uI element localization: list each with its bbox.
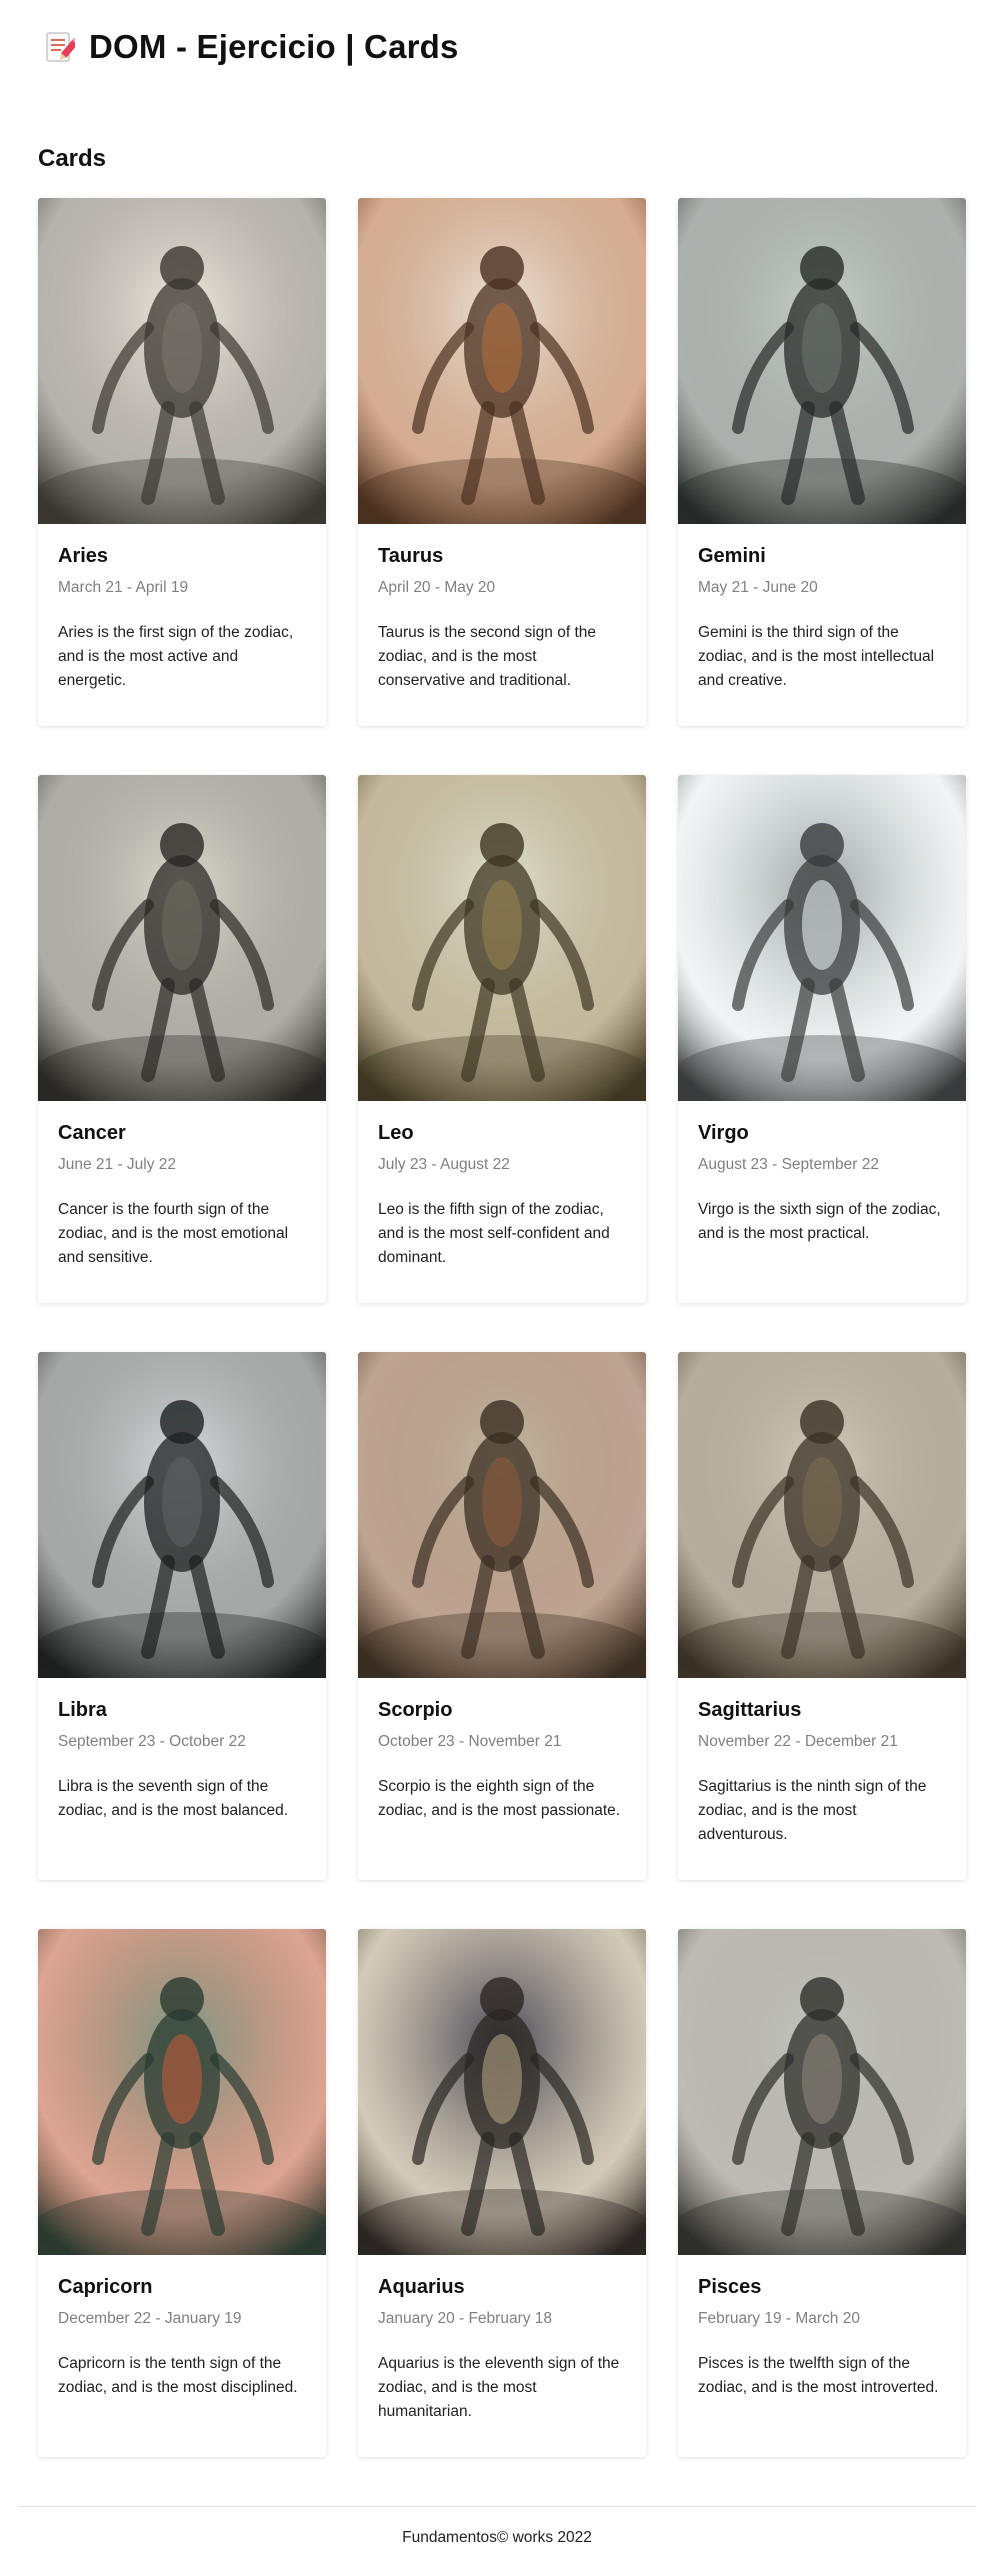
- document-pencil-icon: [45, 30, 80, 64]
- footer-divider: [18, 2506, 976, 2507]
- card-date: July 23 - August 22: [378, 1156, 510, 1173]
- card-description: Aquarius is the eleventh sign of the zod…: [378, 2355, 620, 2420]
- card-description: Libra is the seventh sign of the zodiac,…: [58, 1778, 289, 1819]
- card-image: [358, 1929, 646, 2255]
- card-image: [678, 1929, 966, 2255]
- card-image: [678, 775, 966, 1101]
- page-title: DOM - Ejercicio | Cards: [89, 28, 459, 65]
- zodiac-card: Aries March 21 - April 19 Aries is the f…: [38, 198, 326, 726]
- card-title: Taurus: [378, 545, 444, 567]
- card-description: Scorpio is the eighth sign of the zodiac…: [378, 1778, 621, 1819]
- zodiac-card: Aquarius January 20 - February 18 Aquari…: [358, 1929, 646, 2457]
- page-header: DOM - Ejercicio | Cards: [45, 25, 459, 69]
- card-image: [38, 198, 326, 524]
- zodiac-card: Cancer June 21 - July 22 Cancer is the f…: [38, 775, 326, 1303]
- card-date: June 21 - July 22: [58, 1156, 177, 1173]
- zodiac-card: Leo July 23 - August 22 Leo is the fifth…: [358, 775, 646, 1303]
- card-image: [38, 775, 326, 1101]
- card-title: Leo: [378, 1122, 414, 1144]
- card-title: Aries: [58, 545, 109, 567]
- zodiac-card: Sagittarius November 22 - December 21 Sa…: [678, 1352, 966, 1880]
- card-description: Sagittarius is the ninth sign of the zod…: [698, 1778, 927, 1843]
- card-date: December 22 - January 19: [58, 2310, 242, 2327]
- card-description: Aries is the first sign of the zodiac, a…: [58, 624, 294, 689]
- card-title: Scorpio: [378, 1699, 453, 1721]
- card-date: February 19 - March 20: [698, 2310, 860, 2327]
- card-date: November 22 - December 21: [698, 1733, 898, 1750]
- zodiac-card: Gemini May 21 - June 20 Gemini is the th…: [678, 198, 966, 726]
- card-title: Gemini: [698, 545, 766, 567]
- card-title: Sagittarius: [698, 1699, 802, 1721]
- card-date: May 21 - June 20: [698, 579, 818, 596]
- card-date: January 20 - February 18: [378, 2310, 553, 2327]
- footer-text: Fundamentos© works 2022: [402, 2529, 592, 2546]
- card-title: Capricorn: [58, 2276, 153, 2298]
- card-image: [38, 1352, 326, 1678]
- card-image: [38, 1929, 326, 2255]
- zodiac-card: Taurus April 20 - May 20 Taurus is the s…: [358, 198, 646, 726]
- zodiac-card: Pisces February 19 - March 20 Pisces is …: [678, 1929, 966, 2457]
- card-title: Pisces: [698, 2276, 762, 2298]
- card-description: Leo is the fifth sign of the zodiac, and…: [378, 1201, 610, 1266]
- card-image: [678, 1352, 966, 1678]
- card-date: September 23 - October 22: [58, 1733, 246, 1750]
- zodiac-card: Virgo August 23 - September 22 Virgo is …: [678, 775, 966, 1303]
- card-title: Aquarius: [378, 2276, 465, 2298]
- card-description: Cancer is the fourth sign of the zodiac,…: [58, 1201, 289, 1266]
- card-description: Taurus is the second sign of the zodiac,…: [378, 624, 596, 689]
- card-title: Libra: [58, 1699, 107, 1721]
- card-description: Capricorn is the tenth sign of the zodia…: [58, 2355, 298, 2396]
- card-date: August 23 - September 22: [698, 1156, 879, 1173]
- card-image: [358, 1352, 646, 1678]
- card-date: April 20 - May 20: [378, 579, 496, 596]
- card-image: [358, 775, 646, 1101]
- zodiac-card: Capricorn December 22 - January 19 Capri…: [38, 1929, 326, 2457]
- card-title: Cancer: [58, 1122, 126, 1144]
- card-description: Pisces is the twelfth sign of the zodiac…: [698, 2355, 939, 2396]
- zodiac-card: Scorpio October 23 - November 21 Scorpio…: [358, 1352, 646, 1880]
- card-date: March 21 - April 19: [58, 579, 189, 596]
- section-title: Cards: [38, 145, 107, 172]
- card-title: Virgo: [698, 1122, 749, 1144]
- card-image: [358, 198, 646, 524]
- card-date: October 23 - November 21: [378, 1733, 562, 1750]
- card-description: Virgo is the sixth sign of the zodiac, a…: [698, 1201, 941, 1242]
- card-description: Gemini is the third sign of the zodiac, …: [698, 624, 935, 689]
- zodiac-card: Libra September 23 - October 22 Libra is…: [38, 1352, 326, 1880]
- card-image: [678, 198, 966, 524]
